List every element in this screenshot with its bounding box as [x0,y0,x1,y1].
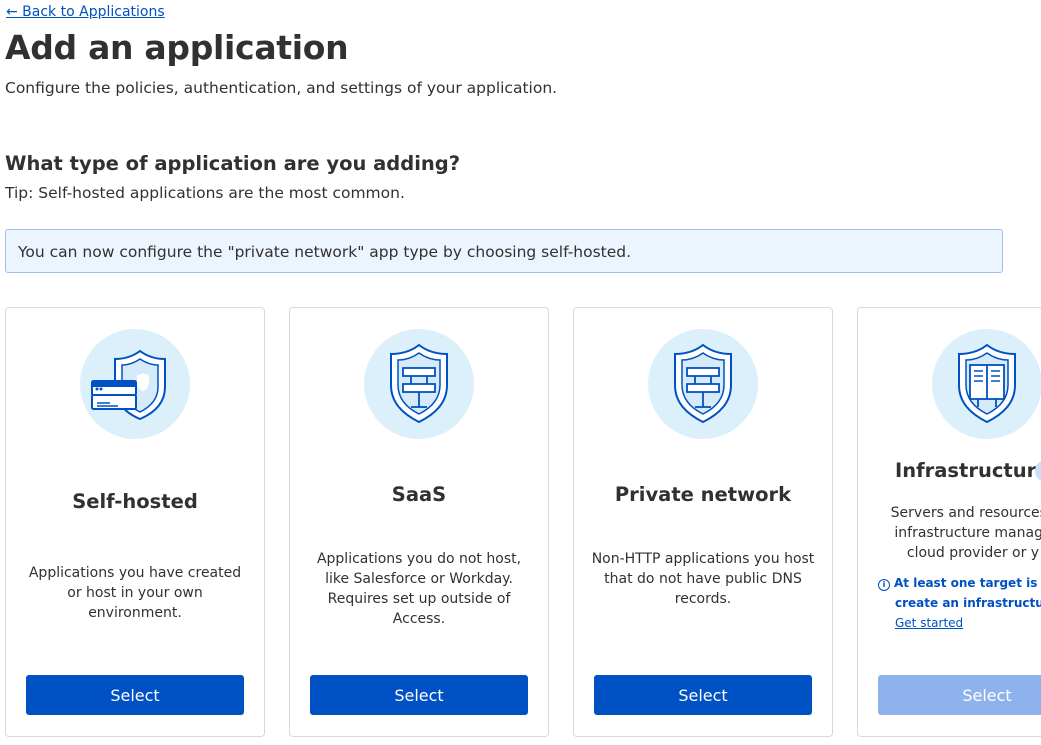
card-title: Self-hosted [72,490,198,513]
select-saas-button[interactable]: Select [310,675,528,715]
card-private-network: Private network Non-HTTP applications yo… [573,307,833,737]
card-title: Private network [614,483,792,506]
shield-server-icon [80,329,190,439]
card-title: SaaS [391,483,447,506]
card-infrastructure: Infrastructure Servers and resources i i… [857,307,1041,737]
select-infrastructure-button[interactable]: Select [878,675,1041,715]
card-title: Infrastructure [895,459,1041,482]
get-started-link[interactable]: Get started [878,613,1041,633]
warning-text-line: create an infrastructure a [895,596,1041,610]
shield-network-icon [648,329,758,439]
select-self-hosted-button[interactable]: Select [26,675,244,715]
card-description: Applications you have created or host in… [28,565,242,621]
back-to-applications-link[interactable]: ← Back to Applications [6,4,165,20]
select-private-network-button[interactable]: Select [594,675,812,715]
shield-network-icon [364,329,474,439]
page-title: Add an application [5,28,349,67]
section-title: What type of application are you adding? [5,152,461,175]
card-warning: i At least one target is requ create an i… [878,573,1041,633]
warning-text-line: At least one target is requ [894,576,1041,590]
add-application-page: ← Back to Applications Add an applicatio… [0,0,1041,745]
info-circle-icon: i [878,579,890,591]
card-self-hosted: Self-hosted Applications you have create… [5,307,265,737]
page-subtitle: Configure the policies, authentication, … [5,79,558,97]
card-description: Servers and resources i infrastructure m… [890,505,1041,561]
card-saas: SaaS Applications you do not host, like … [289,307,549,737]
shield-servers-icon [932,329,1041,439]
section-tip: Tip: Self-hosted applications are the mo… [5,184,405,202]
card-description: Non-HTTP applications you host that do n… [591,551,815,607]
card-description: Applications you do not host, like Sales… [316,551,522,627]
info-banner: You can now configure the "private netwo… [5,229,1003,273]
